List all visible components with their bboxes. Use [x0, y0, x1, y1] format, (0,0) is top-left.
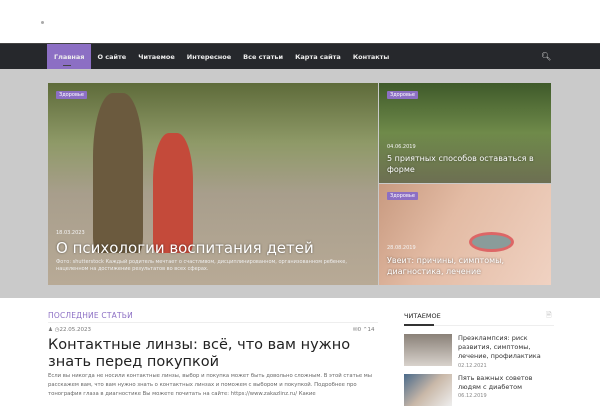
- nav-item-interesting[interactable]: Интересное: [181, 44, 237, 70]
- photo-figure: [153, 133, 193, 253]
- hero-card[interactable]: Здоровье 04.06.2019 5 приятных способов …: [379, 83, 551, 183]
- hero-excerpt: Фото: shutterstock Каждый родитель мечта…: [56, 259, 347, 272]
- sidebar-item-date: 06.12.2019: [458, 393, 487, 399]
- card-title[interactable]: 5 приятных способов оставаться в форме: [387, 153, 547, 175]
- site-logo[interactable]: [41, 21, 44, 24]
- article-title[interactable]: Контактные линзы: всё, что вам нужно зна…: [48, 337, 383, 371]
- document-icon: 🗎︎: [546, 311, 552, 319]
- divider: [48, 322, 378, 323]
- nav-item-popular[interactable]: Читаемое: [132, 44, 181, 70]
- hero-card[interactable]: Здоровье 28.08.2019 Увеит: причины, симп…: [379, 184, 551, 285]
- sidebar-item-title[interactable]: Пять важных советов людям с диабетом: [458, 374, 554, 392]
- section-title: ПОСЛЕДНИЕ СТАТЬИ: [48, 311, 133, 320]
- category-tag[interactable]: Здоровье: [56, 91, 87, 99]
- nav-item-all-articles[interactable]: Все статьи: [237, 44, 289, 70]
- site-header: [0, 0, 600, 43]
- thumbnail[interactable]: [404, 374, 452, 406]
- nav-item-about[interactable]: О сайте: [91, 44, 132, 70]
- nav-item-contacts[interactable]: Контакты: [347, 44, 395, 70]
- category-tag[interactable]: Здоровье: [387, 192, 418, 200]
- article-stats: ✉0 ⌃14: [353, 327, 374, 333]
- sidebar-item-date: 02.12.2021: [458, 363, 487, 369]
- sidebar-title-underline: [404, 324, 434, 326]
- search-icon[interactable]: 🔍︎: [541, 52, 551, 61]
- hero-main-card[interactable]: Здоровье 18.03.2023 О психологии воспита…: [48, 83, 378, 285]
- sidebar-title: ЧИТАЕМОЕ: [404, 312, 441, 320]
- article-meta: ♟ ◷22.05.2023: [48, 327, 91, 333]
- hero-title[interactable]: О психологии воспитания детей: [56, 239, 314, 257]
- photo-figure: [93, 93, 143, 253]
- author-icon: ♟: [48, 327, 53, 333]
- card-title[interactable]: Увеит: причины, симптомы, диагностика, л…: [387, 255, 547, 277]
- comments-count: 0: [357, 327, 362, 333]
- date: 04.06.2019: [387, 144, 416, 150]
- photo-eye: [469, 232, 514, 252]
- views-count: 14: [367, 327, 375, 333]
- date: 18.03.2023: [56, 230, 85, 236]
- main-nav: Главная О сайте Читаемое Интересное Все …: [0, 43, 600, 72]
- article-excerpt: Если вы никогда не носили контактные лин…: [48, 373, 372, 397]
- thumbnail[interactable]: [404, 334, 452, 366]
- date: 28.08.2019: [387, 245, 416, 251]
- nav-item-home[interactable]: Главная: [47, 44, 92, 72]
- sidebar-item-title[interactable]: Преэклампсия: риск развития, симптомы, л…: [458, 334, 554, 361]
- category-tag[interactable]: Здоровье: [387, 91, 418, 99]
- nav-item-sitemap[interactable]: Карта сайта: [289, 44, 347, 70]
- article-date: 22.05.2023: [59, 327, 92, 333]
